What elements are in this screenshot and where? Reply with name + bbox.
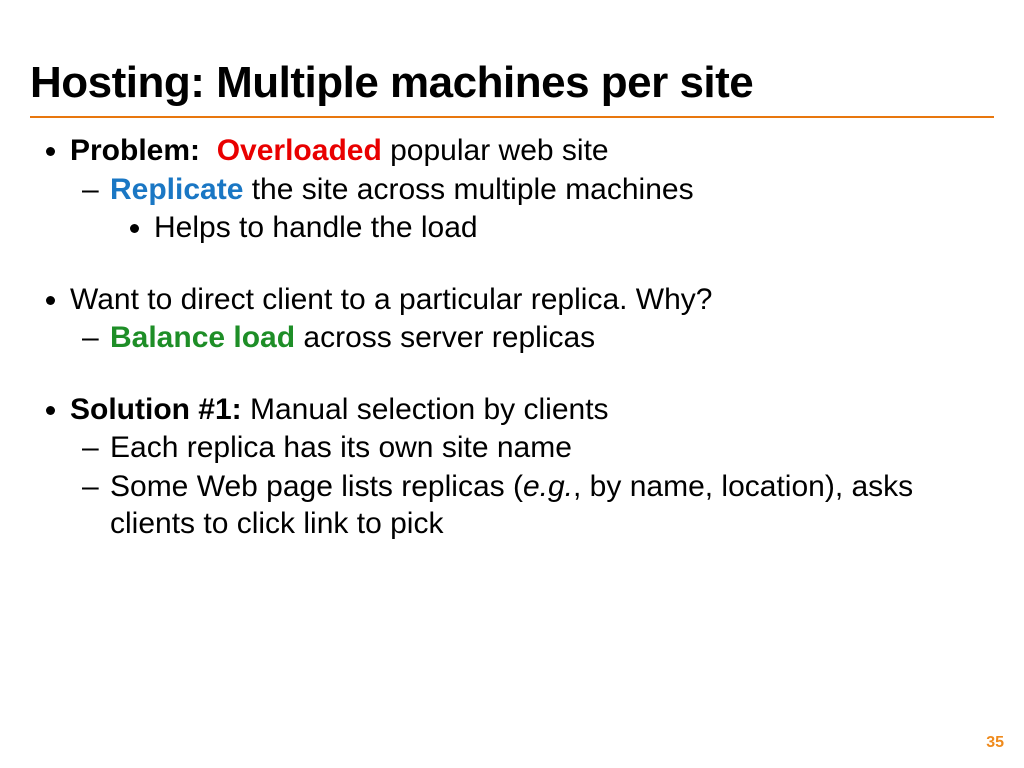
want-sub-balance: Balance load across server replicas [110,320,994,357]
solution1-label: Solution #1: [70,393,242,426]
solution1-sub1: Each replica has its own site name [110,430,994,467]
replicate-rest: the site across multiple machines [243,173,693,206]
replicate-sublist: Helps to handle the load [110,210,994,247]
balance-highlight: Balance load [110,321,295,354]
bullet-list: Problem: Overloaded popular web site Rep… [30,132,994,542]
solution1-sublist: Each replica has its own site name Some … [70,430,994,542]
slide: Hosting: Multiple machines per site Prob… [0,0,1024,768]
solution1-sub2-eg: e.g. [523,470,573,503]
bullet-want: Want to direct client to a particular re… [70,281,994,357]
bullet-problem: Problem: Overloaded popular web site Rep… [70,132,994,247]
problem-label: Problem: [70,134,200,167]
problem-sub-replicate: Replicate the site across multiple machi… [110,172,994,247]
page-number: 35 [986,734,1004,752]
bullet-solution1: Solution #1: Manual selection by clients… [70,391,994,542]
problem-highlight: Overloaded [217,134,382,167]
replicate-sub-load: Helps to handle the load [154,210,994,247]
title-rule [30,116,994,118]
balance-rest: across server replicas [295,321,595,354]
slide-title: Hosting: Multiple machines per site [30,60,994,106]
problem-rest: popular web site [382,134,609,167]
want-sublist: Balance load across server replicas [70,320,994,357]
solution1-sub2: Some Web page lists replicas (e.g., by n… [110,469,994,542]
replicate-highlight: Replicate [110,173,243,206]
solution1-rest: Manual selection by clients [242,393,609,426]
problem-sublist: Replicate the site across multiple machi… [70,172,994,247]
want-text: Want to direct client to a particular re… [70,283,712,316]
solution1-sub2-a: Some Web page lists replicas ( [110,470,523,503]
